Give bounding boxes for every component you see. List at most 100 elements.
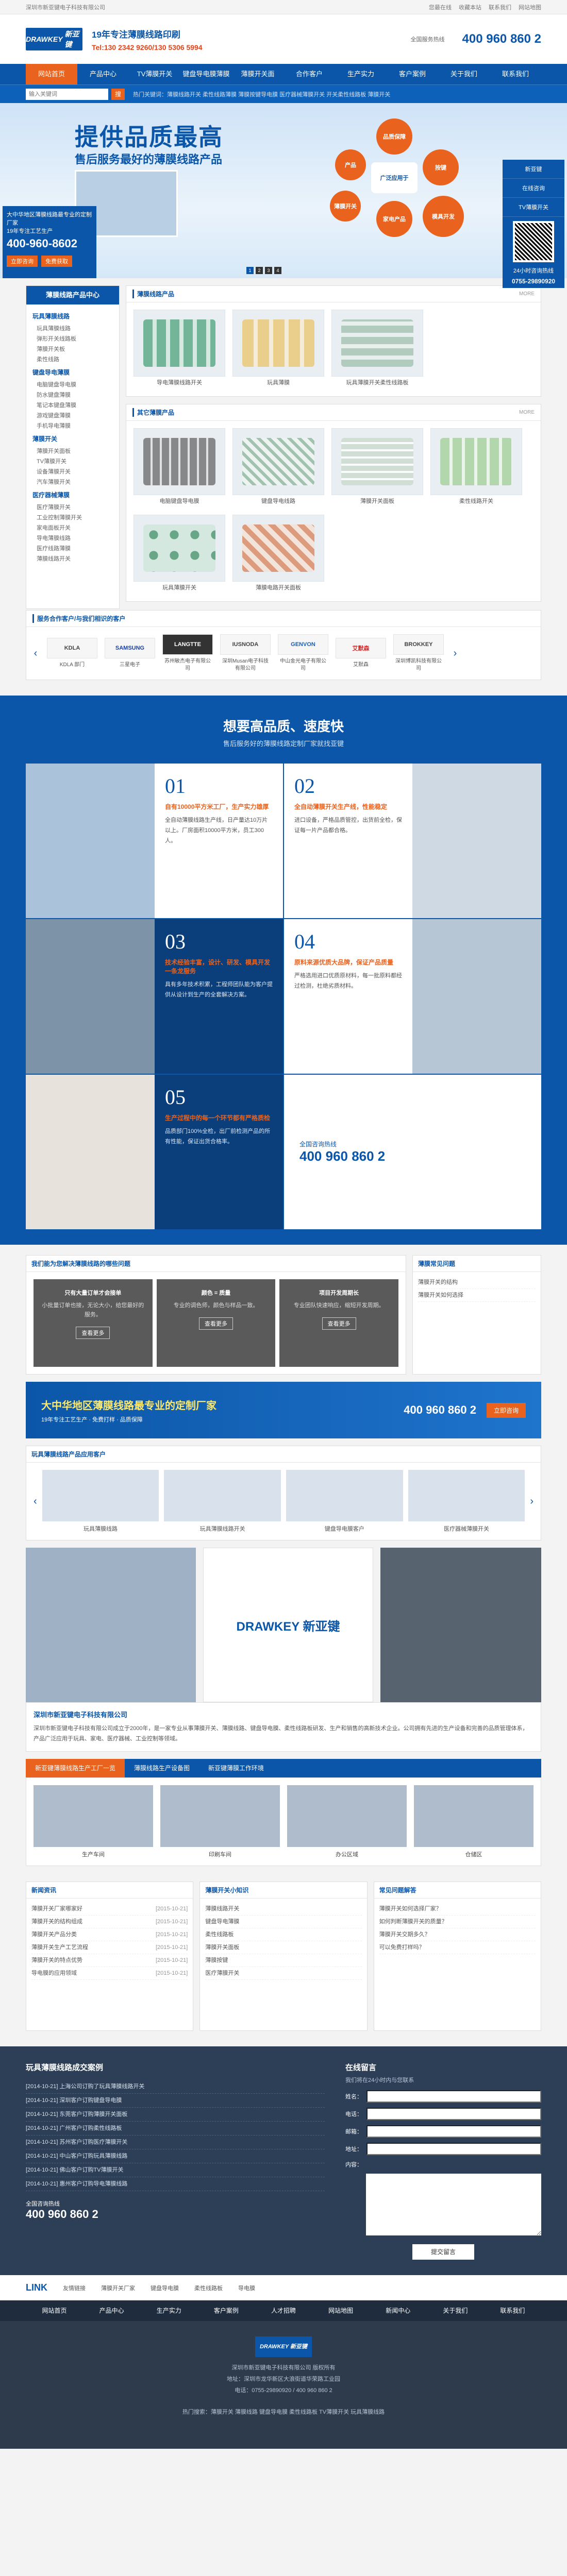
name-field[interactable]	[366, 2090, 541, 2103]
top-link[interactable]: 联系我们	[489, 3, 511, 11]
news-row[interactable]: 薄膜开关厂家哪家好 [2015-10-21]	[31, 1903, 188, 1916]
free-button[interactable]: 免费获取	[41, 256, 73, 267]
top-link[interactable]: 您最在线	[429, 3, 452, 11]
footer-nav-item[interactable]: 网站首页	[26, 2300, 83, 2321]
faq-row[interactable]: 薄膜开关如何选择厂家？	[379, 1903, 536, 1916]
nav-item[interactable]: 薄膜开关面	[232, 64, 284, 84]
category-item[interactable]: 导电薄膜线路	[32, 533, 113, 544]
category-item[interactable]: 医疗线路薄膜	[32, 544, 113, 554]
nav-item[interactable]: TV薄膜开关	[129, 64, 180, 84]
footer-nav-item[interactable]: 关于我们	[427, 2300, 484, 2321]
friend-link[interactable]: 柔性线路板	[194, 2284, 223, 2292]
category-item[interactable]: 柔性线路	[32, 354, 113, 365]
partner-item[interactable]: LANGTTE 苏州敏杰电子有限公司	[162, 634, 213, 672]
category-item[interactable]: 薄膜开关板	[32, 344, 113, 354]
site-logo[interactable]: DRAWKEY 新亚键	[26, 28, 82, 50]
case-item[interactable]: 医疗器械薄膜开关	[408, 1470, 525, 1533]
pager-dot[interactable]: 3	[265, 267, 272, 274]
search-button[interactable]: 搜	[111, 89, 125, 100]
factory-item[interactable]: 生产车间	[34, 1785, 153, 1858]
nav-item[interactable]: 产品中心	[77, 64, 129, 84]
friend-link[interactable]: 导电膜	[238, 2284, 255, 2292]
knowledge-row[interactable]: 医疗薄膜开关	[205, 1967, 362, 1980]
category-item[interactable]: 弹形开关线路板	[32, 334, 113, 344]
footer-nav-item[interactable]: 人才招聘	[255, 2300, 312, 2321]
category-item[interactable]: 汽车薄膜开关	[32, 477, 113, 487]
product-card[interactable]: 电脑键盘导电膜	[134, 428, 225, 507]
footer-nav-item[interactable]: 新闻中心	[370, 2300, 427, 2321]
category-item[interactable]: 工业控制薄膜开关	[32, 513, 113, 523]
nav-item[interactable]: 键盘导电膜薄膜	[180, 64, 232, 84]
partner-item[interactable]: KDLA KDLA 部门	[47, 638, 97, 669]
nav-item[interactable]: 合作客户	[284, 64, 335, 84]
factory-item[interactable]: 仓储区	[414, 1785, 533, 1858]
news-row[interactable]: 薄膜开关产品分类 [2015-10-21]	[31, 1928, 188, 1941]
faq-row[interactable]: 如何判断薄膜开关的质量？	[379, 1916, 536, 1928]
faq-row[interactable]: 可以免费打样吗？	[379, 1941, 536, 1954]
product-card[interactable]: 玩具薄膜	[232, 310, 324, 389]
footer-nav-item[interactable]: 网站地图	[312, 2300, 370, 2321]
chevron-left-icon[interactable]: ‹	[34, 1496, 37, 1507]
nav-item[interactable]: 客户案例	[387, 64, 438, 84]
faq-row[interactable]: 薄膜开关交期多久？	[379, 1928, 536, 1941]
nav-item[interactable]: 联系我们	[490, 64, 541, 84]
nav-item[interactable]: 网站首页	[26, 64, 77, 84]
more-link[interactable]: MORE	[519, 410, 535, 415]
category-heading[interactable]: 医疗器械薄膜	[32, 490, 113, 499]
news-row[interactable]: 薄膜开关的特点优势 [2015-10-21]	[31, 1954, 188, 1967]
pager-dot[interactable]: 1	[246, 267, 254, 274]
more-link[interactable]: MORE	[519, 291, 535, 297]
product-card[interactable]: 玩具薄膜开关	[134, 515, 225, 594]
answer-more-button[interactable]: 查看更多	[199, 1317, 233, 1330]
category-item[interactable]: 玩具薄膜线路	[32, 324, 113, 334]
address-field[interactable]	[366, 2143, 541, 2155]
factory-item[interactable]: 办公区域	[287, 1785, 407, 1858]
consult-button[interactable]: 立即咨询	[7, 256, 38, 267]
category-heading[interactable]: 薄膜开关	[32, 434, 113, 443]
chevron-left-icon[interactable]: ‹	[31, 648, 40, 659]
knowledge-row[interactable]: 柔性线路板	[205, 1928, 362, 1941]
cta-button[interactable]: 立即咨询	[486, 1402, 526, 1418]
knowledge-row[interactable]: 薄膜按键	[205, 1954, 362, 1967]
answer-more-button[interactable]: 查看更多	[322, 1317, 356, 1330]
nav-item[interactable]: 关于我们	[438, 64, 490, 84]
chevron-right-icon[interactable]: ›	[451, 648, 459, 659]
knowledge-row[interactable]: 薄膜开关面板	[205, 1941, 362, 1954]
news-row[interactable]: 导电膜的应用领域 [2015-10-21]	[31, 1967, 188, 1980]
category-item[interactable]: 家电面板开关	[32, 523, 113, 533]
about-video[interactable]	[380, 1548, 541, 1702]
tab-factory[interactable]: 新亚键薄膜线路生产工厂一览	[26, 1759, 125, 1777]
faq-link[interactable]: 薄膜开关的结构	[418, 1276, 536, 1289]
footer-nav-item[interactable]: 生产实力	[140, 2300, 197, 2321]
side-consult[interactable]: 在线咨询	[503, 179, 564, 198]
footer-nav-item[interactable]: 联系我们	[484, 2300, 541, 2321]
top-link[interactable]: 收藏本站	[459, 3, 481, 11]
knowledge-row[interactable]: 键盘导电薄膜	[205, 1916, 362, 1928]
category-item[interactable]: 游戏键盘薄膜	[32, 411, 113, 421]
pager-dot[interactable]: 2	[256, 267, 263, 274]
partner-item[interactable]: SAMSUNG 三星电子	[105, 638, 155, 669]
tab-equipment[interactable]: 薄膜线路生产设备图	[125, 1759, 199, 1777]
factory-item[interactable]: 印刷车间	[160, 1785, 280, 1858]
case-item[interactable]: 键盘导电膜客户	[286, 1470, 403, 1533]
footer-nav-item[interactable]: 产品中心	[83, 2300, 140, 2321]
category-item[interactable]: 薄膜开关面板	[32, 446, 113, 456]
product-card[interactable]: 薄膜开关面板	[331, 428, 423, 507]
news-row[interactable]: 薄膜开关生产工艺流程 [2015-10-21]	[31, 1941, 188, 1954]
partner-item[interactable]: 艾默森 艾默森	[336, 638, 386, 669]
partner-item[interactable]: IUSNODA 深圳Musan电子科技有限公司	[220, 634, 271, 672]
partner-item[interactable]: GENVON 中山金光电子有限公司	[278, 634, 328, 672]
category-heading[interactable]: 键盘导电薄膜	[32, 368, 113, 377]
knowledge-row[interactable]: 薄膜线路开关	[205, 1903, 362, 1916]
answer-more-button[interactable]: 查看更多	[76, 1327, 110, 1339]
category-item[interactable]: 设备薄膜开关	[32, 467, 113, 477]
category-item[interactable]: 医疗薄膜开关	[32, 502, 113, 513]
category-item[interactable]: TV薄膜开关	[32, 456, 113, 467]
tab-environment[interactable]: 新亚键薄膜工作环境	[199, 1759, 273, 1777]
category-item[interactable]: 笔记本键盘薄膜	[32, 400, 113, 411]
category-item[interactable]: 防水键盘薄膜	[32, 390, 113, 400]
product-card[interactable]: 键盘导电线路	[232, 428, 324, 507]
partner-item[interactable]: BROKKEY 深圳博凯科技有限公司	[393, 634, 444, 672]
news-row[interactable]: 薄膜开关的结构组成 [2015-10-21]	[31, 1916, 188, 1928]
email-field[interactable]	[366, 2125, 541, 2138]
